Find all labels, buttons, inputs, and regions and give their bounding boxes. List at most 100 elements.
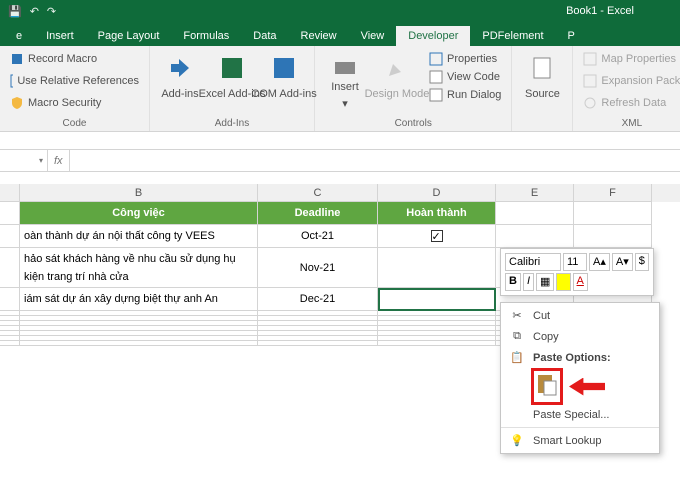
fx-label[interactable]: fx bbox=[48, 150, 70, 171]
col-header-b[interactable]: B bbox=[20, 184, 258, 202]
source-button[interactable]: Source bbox=[518, 50, 566, 112]
com-addins-button[interactable]: COM Add-ins bbox=[260, 50, 308, 112]
grow-font-icon[interactable]: A▴ bbox=[589, 253, 610, 271]
group-source-label bbox=[518, 116, 566, 131]
callout-arrow-icon bbox=[569, 378, 605, 396]
cell[interactable] bbox=[496, 202, 574, 225]
paste-options-label: Paste Options: bbox=[533, 352, 611, 364]
tab-insert[interactable]: Insert bbox=[34, 26, 86, 46]
record-macro-button[interactable]: Record Macro bbox=[6, 50, 143, 68]
tab-view[interactable]: View bbox=[349, 26, 397, 46]
shrink-font-icon[interactable]: A▾ bbox=[612, 253, 633, 271]
cell-task[interactable]: iám sát dự án xây dựng biệt thự anh An bbox=[20, 288, 258, 311]
cell[interactable] bbox=[496, 225, 574, 248]
group-controls: Insert▾ Design Mode Properties View Code… bbox=[315, 46, 512, 131]
cell-task[interactable]: oàn thành dự án nội thất công ty VEES bbox=[20, 225, 258, 248]
ribbon: Record Macro Use Relative References Mac… bbox=[0, 46, 680, 132]
tab-developer[interactable]: Developer bbox=[396, 26, 470, 46]
expansion-pack-label: Expansion Pack bbox=[601, 75, 680, 87]
col-header-d[interactable]: D bbox=[378, 184, 496, 202]
header-c[interactable]: Deadline bbox=[258, 202, 378, 225]
selected-cell[interactable] bbox=[378, 288, 496, 311]
group-controls-label: Controls bbox=[321, 116, 505, 131]
cell-deadline[interactable]: Oct-21 bbox=[258, 225, 378, 248]
insert-control-button[interactable]: Insert▾ bbox=[321, 50, 369, 112]
cell[interactable] bbox=[378, 341, 496, 346]
mini-toolbar[interactable]: A▴ A▾ $ B I ▦ A bbox=[500, 248, 654, 296]
clipboard-icon: 📋 bbox=[509, 351, 525, 364]
tab-home[interactable]: e bbox=[4, 26, 34, 46]
properties-label: Properties bbox=[447, 53, 497, 65]
refresh-data-button: Refresh Data bbox=[579, 94, 680, 112]
design-mode-label: Design Mode bbox=[365, 88, 430, 100]
group-addins-label: Add-Ins bbox=[156, 116, 308, 131]
undo-icon[interactable]: ↶ bbox=[30, 5, 39, 18]
font-color-icon[interactable]: A bbox=[573, 273, 588, 291]
refresh-data-label: Refresh Data bbox=[601, 97, 666, 109]
save-icon[interactable]: 💾 bbox=[8, 5, 22, 18]
header-d[interactable]: Hoàn thành bbox=[378, 202, 496, 225]
macro-security-button[interactable]: Macro Security bbox=[6, 94, 143, 112]
insert-control-label: Insert bbox=[331, 81, 359, 93]
header-b[interactable]: Công việc bbox=[20, 202, 258, 225]
chevron-down-icon: ▾ bbox=[39, 156, 43, 165]
view-code-button[interactable]: View Code bbox=[425, 68, 505, 86]
cell-done[interactable] bbox=[378, 248, 496, 288]
com-addins-label: COM Add-ins bbox=[251, 88, 316, 100]
cell[interactable] bbox=[574, 202, 652, 225]
row-stub[interactable] bbox=[0, 202, 20, 225]
row-stub[interactable] bbox=[0, 341, 20, 346]
cell-deadline[interactable]: Dec-21 bbox=[258, 288, 378, 311]
name-box[interactable]: ▾ bbox=[0, 150, 48, 171]
cell[interactable] bbox=[258, 341, 378, 346]
paste-special-item[interactable]: Paste Special... bbox=[501, 405, 659, 425]
tab-review[interactable]: Review bbox=[289, 26, 349, 46]
formula-bar: ▾ fx bbox=[0, 150, 680, 172]
col-header-f[interactable]: F bbox=[574, 184, 652, 202]
smart-lookup-item[interactable]: 💡Smart Lookup bbox=[501, 430, 659, 451]
tab-pdfelement[interactable]: PDFelement bbox=[470, 26, 555, 46]
copy-icon: ⧉ bbox=[509, 330, 525, 343]
tab-formulas[interactable]: Formulas bbox=[171, 26, 241, 46]
italic-button[interactable]: I bbox=[523, 273, 534, 291]
bold-button[interactable]: B bbox=[505, 273, 521, 291]
cell[interactable] bbox=[574, 225, 652, 248]
ribbon-spacer bbox=[0, 132, 680, 150]
col-header-e[interactable]: E bbox=[496, 184, 574, 202]
row-stub[interactable] bbox=[0, 288, 20, 311]
copy-item[interactable]: ⧉ Copy bbox=[501, 326, 659, 347]
relative-refs-button[interactable]: Use Relative References bbox=[6, 72, 143, 90]
row-stub[interactable] bbox=[0, 225, 20, 248]
col-stub[interactable] bbox=[0, 184, 20, 202]
checkbox-icon[interactable] bbox=[431, 230, 443, 242]
tab-pagelayout[interactable]: Page Layout bbox=[86, 26, 172, 46]
cell-deadline[interactable]: Nov-21 bbox=[258, 248, 378, 288]
excel-addins-button[interactable]: Excel Add-ins bbox=[208, 50, 256, 112]
copy-label: Copy bbox=[533, 331, 559, 343]
run-dialog-button[interactable]: Run Dialog bbox=[425, 86, 505, 104]
fill-color-icon[interactable] bbox=[556, 273, 570, 291]
redo-icon[interactable]: ↷ bbox=[47, 5, 56, 18]
cell-task[interactable]: hảo sát khách hàng về nhu cầu sử dụng hụ… bbox=[20, 248, 258, 288]
paste-options-header: 📋 Paste Options: bbox=[501, 347, 659, 368]
font-select[interactable] bbox=[505, 253, 561, 271]
cell[interactable] bbox=[20, 341, 258, 346]
size-select[interactable] bbox=[563, 253, 587, 271]
tab-partial[interactable]: P bbox=[556, 26, 587, 46]
expansion-pack-button: Expansion Pack bbox=[579, 72, 680, 90]
border-icon[interactable]: ▦ bbox=[536, 273, 554, 291]
run-dialog-label: Run Dialog bbox=[447, 89, 501, 101]
addins-button[interactable]: Add-ins bbox=[156, 50, 204, 112]
design-mode-button[interactable]: Design Mode bbox=[373, 50, 421, 112]
currency-icon[interactable]: $ bbox=[635, 253, 649, 271]
col-header-c[interactable]: C bbox=[258, 184, 378, 202]
cell-done[interactable] bbox=[378, 225, 496, 248]
paste-button-highlight[interactable] bbox=[531, 368, 563, 405]
tab-data[interactable]: Data bbox=[241, 26, 288, 46]
row-stub[interactable] bbox=[0, 248, 20, 288]
cut-item[interactable]: ✂Cut bbox=[501, 305, 659, 326]
properties-button[interactable]: Properties bbox=[425, 50, 505, 68]
relative-refs-label: Use Relative References bbox=[17, 75, 139, 87]
record-macro-label: Record Macro bbox=[28, 53, 97, 65]
context-menu[interactable]: ✂Cut ⧉ Copy 📋 Paste Options: Paste Special… bbox=[500, 302, 660, 454]
